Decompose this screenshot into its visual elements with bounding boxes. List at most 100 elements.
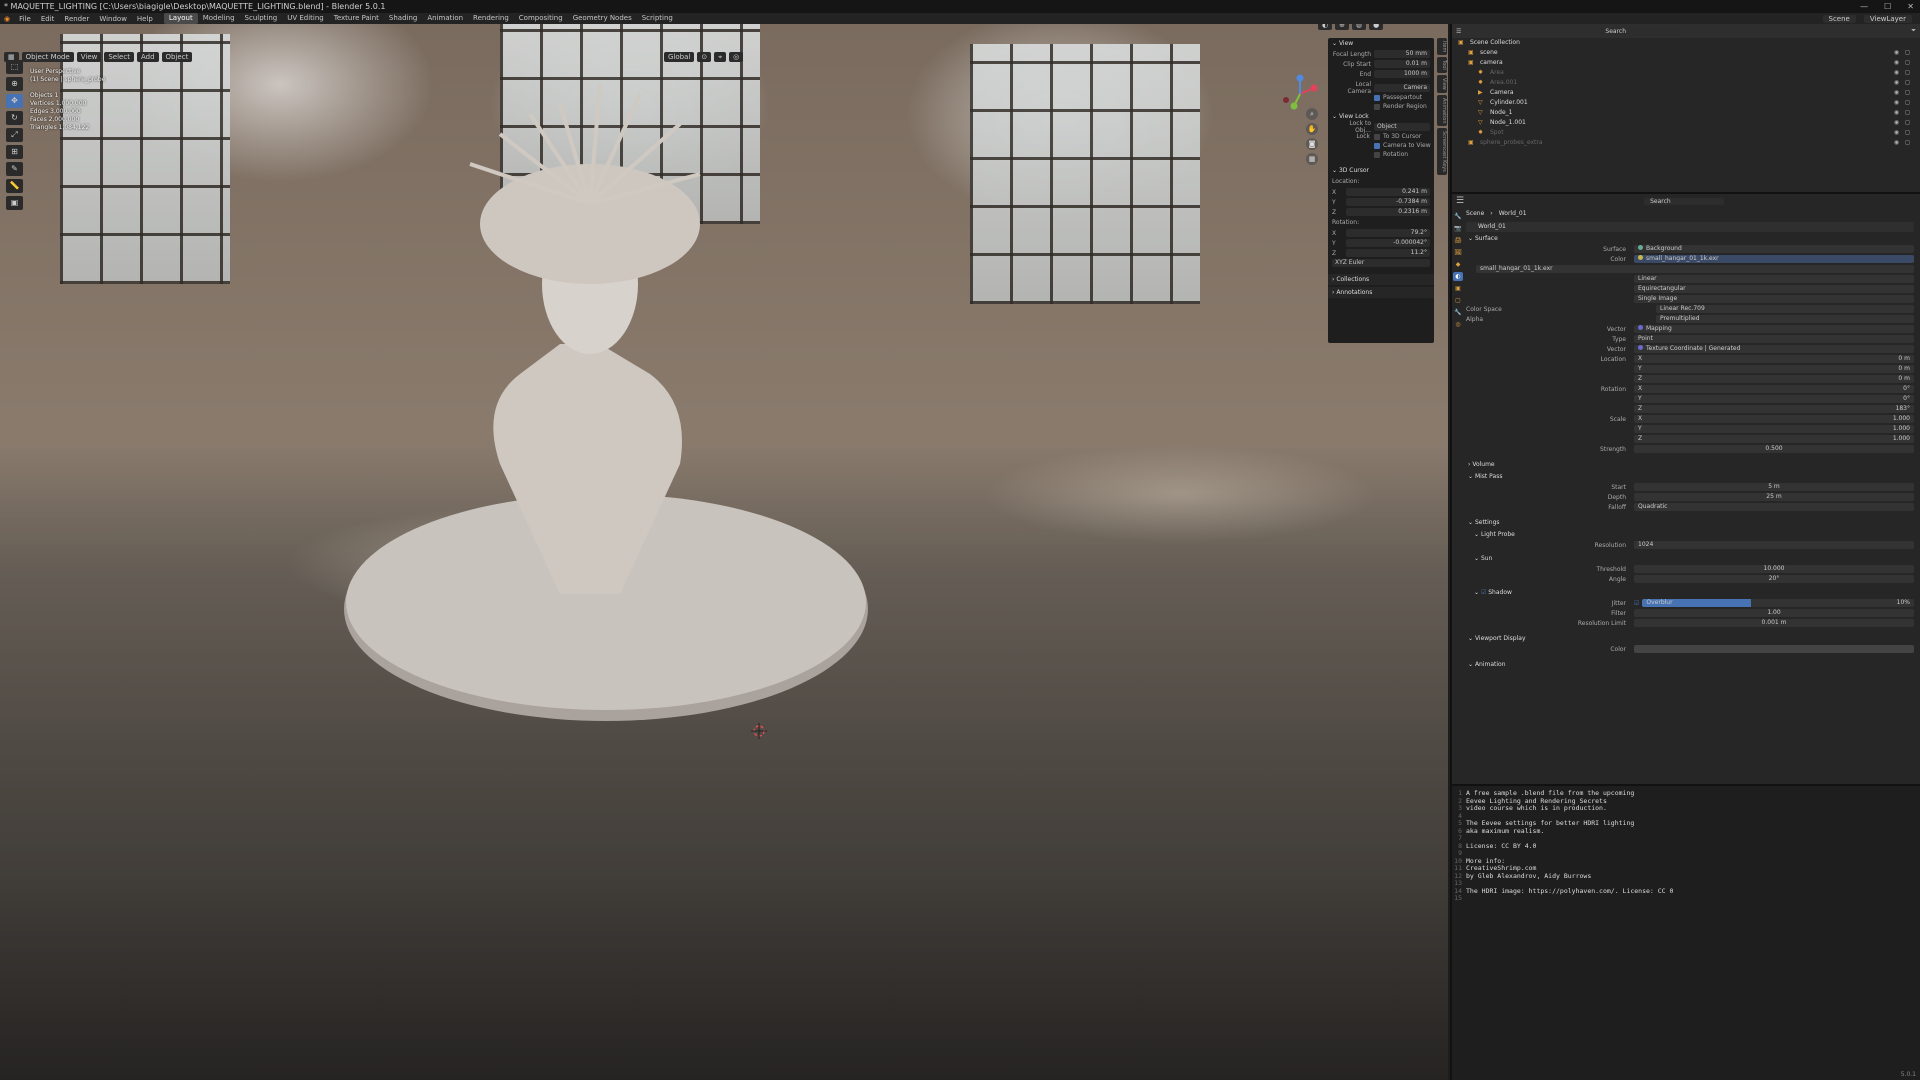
scale-x-field[interactable]: X 1.000 xyxy=(1634,415,1914,423)
mist-depth-field[interactable]: 25 m xyxy=(1634,493,1914,501)
view-layer-tab-icon[interactable]: 🖼 xyxy=(1453,248,1463,257)
outliner-item[interactable]: ▽ Node_1 ◉ ◻ xyxy=(1452,108,1920,118)
camera-to-view-checkbox[interactable]: Camera to View xyxy=(1328,141,1434,150)
zoom-icon[interactable]: ⌕ xyxy=(1306,108,1318,120)
tab-sculpting[interactable]: Sculpting xyxy=(240,13,283,24)
camera-view-icon[interactable]: ◙ xyxy=(1306,138,1318,150)
blender-logo-icon[interactable]: ◉ xyxy=(0,15,14,23)
cursor-z-field[interactable]: 11.2° xyxy=(1346,249,1430,257)
lock-to-object-field[interactable]: Object xyxy=(1374,123,1430,131)
perspective-toggle-icon[interactable]: ▦ xyxy=(1306,153,1318,165)
viewlayer-selector[interactable]: ViewLayer xyxy=(1863,14,1912,23)
move-tool-icon[interactable]: ✥ xyxy=(6,94,23,108)
outliner-item[interactable]: ✸ Area ◉ ◻ xyxy=(1452,68,1920,78)
properties-editor-icon[interactable]: ☰ xyxy=(1456,196,1464,206)
visibility-toggle-icon[interactable]: ◉ ◻ xyxy=(1894,68,1912,78)
lock-to-cursor-checkbox[interactable]: Lock To 3D Cursor xyxy=(1328,132,1434,141)
cursor-y-field[interactable]: -0.000042° xyxy=(1346,239,1430,247)
output-tab-icon[interactable]: 🖨 xyxy=(1453,236,1463,245)
outliner-search[interactable]: Search xyxy=(1599,27,1680,35)
orientation-dropdown[interactable]: Global xyxy=(664,52,695,62)
rotation-z-field[interactable]: Z 183° xyxy=(1634,405,1914,413)
location-x-field[interactable]: X0 m xyxy=(1634,355,1914,363)
proportional-icon[interactable]: ◎ xyxy=(729,52,744,62)
overlay-icon[interactable]: ◍ xyxy=(1351,24,1367,30)
render-region-checkbox[interactable]: Render Region xyxy=(1328,102,1434,111)
object-menu[interactable]: Object xyxy=(161,52,193,62)
measure-tool-icon[interactable]: 📏 xyxy=(6,179,23,193)
resolution-limit-field[interactable]: 0.001 m xyxy=(1634,619,1914,627)
select-menu[interactable]: Select xyxy=(104,52,134,62)
outliner-item[interactable]: ▶ Camera ◉ ◻ xyxy=(1452,88,1920,98)
outliner-item[interactable]: ✸ Area.001 ◉ ◻ xyxy=(1452,78,1920,88)
rotation-x-field[interactable]: X 0° xyxy=(1634,385,1914,393)
menu-edit[interactable]: Edit xyxy=(36,15,60,23)
visibility-toggle-icon[interactable]: ◉ ◻ xyxy=(1894,48,1912,58)
filter-icon[interactable]: ⏷ xyxy=(1911,27,1916,35)
settings-panel-header[interactable]: ⌄ Settings xyxy=(1466,518,1914,528)
vector-mapping-field[interactable]: Mapping xyxy=(1634,325,1914,333)
outliner-item[interactable]: ▣ sphere_probes_extra ◉ ◻ xyxy=(1452,138,1920,148)
strength-field[interactable]: 0.500 xyxy=(1634,445,1914,453)
rotate-tool-icon[interactable]: ↻ xyxy=(6,111,23,125)
volume-panel-header[interactable]: › Volume xyxy=(1466,460,1914,470)
menu-window[interactable]: Window xyxy=(94,15,132,23)
projection-dropdown[interactable]: Equirectangular xyxy=(1634,285,1914,293)
visibility-toggle-icon[interactable]: ◉ ◻ xyxy=(1894,108,1912,118)
scene-selector[interactable]: Scene xyxy=(1822,14,1856,23)
tab-animation[interactable]: Animation xyxy=(422,13,468,24)
sidebar-tab-tool[interactable]: Tool xyxy=(1437,57,1447,74)
color-space-dropdown[interactable]: Linear Rec.709 xyxy=(1656,305,1914,313)
transform-tool-icon[interactable]: ⊞ xyxy=(6,145,23,159)
visibility-toggle-icon[interactable]: ◉ ◻ xyxy=(1894,138,1912,148)
interpolation-dropdown[interactable]: Linear xyxy=(1634,275,1914,283)
world-name-field[interactable]: World_01 xyxy=(1466,222,1914,232)
view-menu[interactable]: View xyxy=(76,52,102,62)
mapping-type-dropdown[interactable]: Point xyxy=(1634,335,1914,343)
menu-render[interactable]: Render xyxy=(59,15,94,23)
3d-cursor-header[interactable]: ⌄ 3D Cursor xyxy=(1328,165,1434,176)
surface-panel-header[interactable]: ⌄ Surface xyxy=(1466,234,1914,244)
surface-shader-field[interactable]: Background xyxy=(1634,245,1914,253)
snap-icon[interactable]: ⌖ xyxy=(714,52,727,62)
physics-tab-icon[interactable]: ◎ xyxy=(1453,320,1463,329)
rotation-mode-dropdown[interactable]: XYZ Euler xyxy=(1332,259,1430,267)
viewport-display-panel-header[interactable]: ⌄ Viewport Display xyxy=(1466,634,1914,644)
object-tab-icon[interactable]: ▢ xyxy=(1453,296,1463,305)
3d-viewport[interactable]: ▦ Object Mode View Select Add Object Glo… xyxy=(0,24,1448,1080)
sun-subpanel-header[interactable]: ⌄ Sun xyxy=(1466,554,1914,564)
animation-panel-header[interactable]: ⌄ Animation xyxy=(1466,660,1914,670)
vector-texcoord-field[interactable]: Texture Coordinate | Generated xyxy=(1634,345,1914,353)
clip-start-field[interactable]: 0.01 m xyxy=(1374,60,1430,68)
tab-compositing[interactable]: Compositing xyxy=(514,13,568,24)
falloff-dropdown[interactable]: Quadratic xyxy=(1634,503,1914,511)
visibility-toggle-icon[interactable]: ◉ ◻ xyxy=(1894,118,1912,128)
sidebar-tab-view[interactable]: View xyxy=(1437,75,1447,93)
light-probe-subpanel-header[interactable]: ⌄ Light Probe xyxy=(1466,530,1914,540)
mist-start-field[interactable]: 5 m xyxy=(1634,483,1914,491)
rotation-y-field[interactable]: Y 0° xyxy=(1634,395,1914,403)
select-tool-icon[interactable]: ⬚ xyxy=(6,60,23,74)
visibility-icon[interactable]: ◐ xyxy=(1318,24,1333,30)
outliner-item[interactable]: ▽ Cylinder.001 ◉ ◻ xyxy=(1452,98,1920,108)
outliner-editor-icon[interactable]: ☰ xyxy=(1456,28,1461,35)
threshold-field[interactable]: 10.000 xyxy=(1634,565,1914,573)
add-menu[interactable]: Add xyxy=(136,52,159,62)
visibility-toggle-icon[interactable]: ◉ ◻ xyxy=(1894,88,1912,98)
focal-length-field[interactable]: 50 mm xyxy=(1374,50,1430,58)
cursor-x-field[interactable]: 79.2° xyxy=(1346,229,1430,237)
image-datablock-field[interactable]: small_hangar_01_1k.exr xyxy=(1476,265,1914,273)
outliner-item[interactable]: ▽ Node_1.001 ◉ ◻ xyxy=(1452,118,1920,128)
tab-geometry-nodes[interactable]: Geometry Nodes xyxy=(568,13,637,24)
pivot-icon[interactable]: ⊙ xyxy=(697,52,712,62)
text-editor[interactable]: 1A free sample .blend file from the upco… xyxy=(1450,784,1920,1080)
gizmo-toggle-icon[interactable]: ⊕ xyxy=(1335,24,1349,30)
lock-rotation-checkbox[interactable]: Rotation xyxy=(1328,150,1434,159)
cursor-y-field[interactable]: -0.7384 m xyxy=(1346,198,1430,206)
tab-shading[interactable]: Shading xyxy=(384,13,422,24)
close-icon[interactable]: ✕ xyxy=(1907,0,1914,13)
cursor-z-field[interactable]: 0.2316 m xyxy=(1346,208,1430,216)
cursor-tool-icon[interactable]: ⊕ xyxy=(6,77,23,91)
sidebar-tab-animation[interactable]: Animation xyxy=(1437,94,1447,127)
outliner-item[interactable]: ▣ camera ◉ ◻ xyxy=(1452,58,1920,68)
